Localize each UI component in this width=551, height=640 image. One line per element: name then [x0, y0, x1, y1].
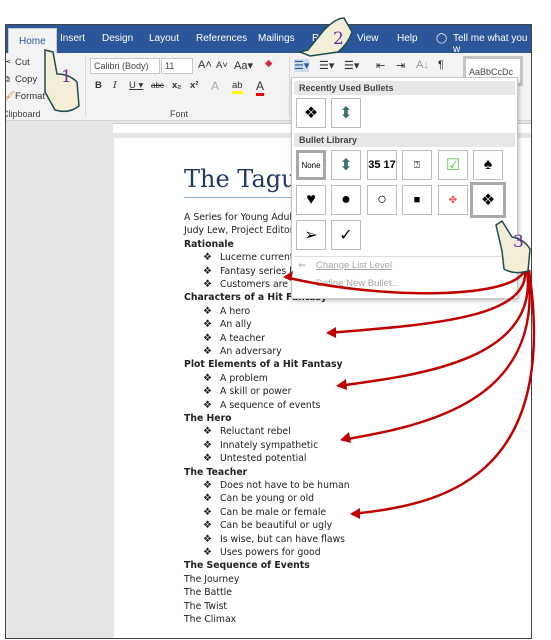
step-2-label: 2	[333, 29, 344, 49]
annotation-arrows	[44, 17, 536, 519]
arrow-to-rationale	[284, 267, 527, 295]
hand-pointer-icons	[44, 17, 531, 274]
arrow-to-characters	[327, 269, 527, 335]
arrow-to-plot	[337, 269, 530, 388]
arrow-to-teacher	[351, 269, 536, 516]
arrow-to-hero	[341, 269, 531, 442]
step-1-label: 1	[61, 67, 72, 87]
hand-2-icon	[297, 17, 353, 57]
step-3-label: 3	[513, 232, 524, 252]
